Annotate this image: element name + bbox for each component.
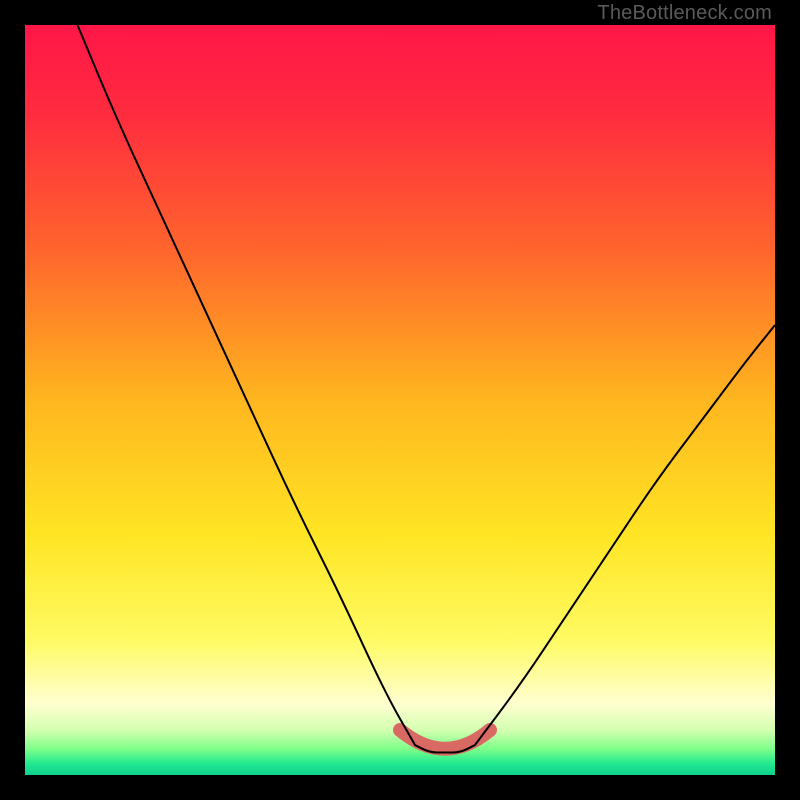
v-curve-line <box>78 25 776 753</box>
plot-area <box>25 25 775 775</box>
chart-frame: TheBottleneck.com <box>0 0 800 800</box>
bottleneck-curve <box>25 25 775 775</box>
watermark-text: TheBottleneck.com <box>597 2 772 25</box>
trough-highlight <box>400 730 490 749</box>
